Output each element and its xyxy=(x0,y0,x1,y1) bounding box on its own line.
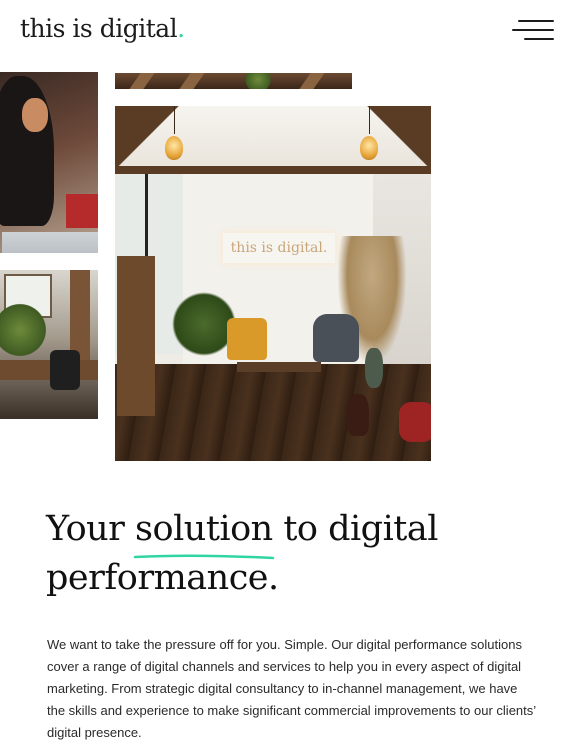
photo-sofa xyxy=(399,402,431,442)
photo-bottle xyxy=(347,394,369,436)
hero-heading: Your solution to digital performance. xyxy=(46,505,546,603)
photo-beam xyxy=(299,73,325,89)
menu-line-top xyxy=(518,20,554,22)
photo-desk xyxy=(0,360,98,380)
photo-lamp xyxy=(165,136,183,160)
photo-beam xyxy=(115,166,431,174)
menu-line-middle xyxy=(512,29,554,31)
heading-highlight: solution xyxy=(133,505,275,560)
hamburger-menu-icon[interactable] xyxy=(512,18,554,44)
logo-dot: . xyxy=(177,14,185,43)
photo-coffee-table xyxy=(237,362,321,372)
photo-plant xyxy=(243,73,273,89)
gallery-photo-top-strip xyxy=(115,73,352,89)
photo-face xyxy=(22,98,48,132)
photo-vase xyxy=(365,348,383,388)
photo-lamp-cord xyxy=(369,106,370,134)
gallery-photo-office xyxy=(0,270,98,419)
photo-chair xyxy=(50,350,80,390)
photo-beam xyxy=(179,73,205,89)
photo-armchair-grey xyxy=(313,314,359,362)
photo-neon-sign: this is digital. xyxy=(223,233,335,263)
heading-highlight-text: solution xyxy=(135,509,273,549)
photo-beam xyxy=(129,73,155,89)
photo-chair xyxy=(66,194,98,228)
gallery-photo-main-lounge: this is digital. xyxy=(115,106,431,461)
photo-lamp-cord xyxy=(174,106,175,134)
logo-text: this is digital xyxy=(20,14,178,43)
photo-armchair-yellow xyxy=(227,318,267,360)
site-logo[interactable]: this is digital. xyxy=(20,14,185,43)
photo-laptop xyxy=(2,232,98,253)
photo-shelf xyxy=(117,256,155,416)
hero-description: We want to take the pressure off for you… xyxy=(47,637,536,740)
gallery-photo-woman-laptop xyxy=(0,72,98,253)
menu-line-bottom xyxy=(524,38,554,40)
photo-floor xyxy=(115,364,431,461)
heading-text-start: Your xyxy=(46,509,136,549)
highlight-underline xyxy=(133,554,275,560)
photo-person xyxy=(0,76,54,226)
photo-lamp xyxy=(360,136,378,160)
photo-plant xyxy=(0,300,50,360)
